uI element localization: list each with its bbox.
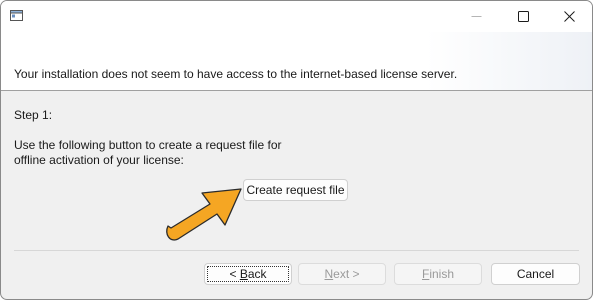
minimize-button[interactable] bbox=[453, 1, 499, 32]
close-button[interactable] bbox=[546, 1, 592, 32]
back-mnemonic: B bbox=[239, 267, 248, 281]
finish-mnemonic: F bbox=[421, 267, 430, 281]
create-request-file-button[interactable]: Create request file bbox=[243, 179, 348, 201]
title-bar[interactable] bbox=[1, 1, 592, 32]
step-label: Step 1: bbox=[14, 108, 53, 122]
back-rest: ack bbox=[247, 267, 267, 281]
wizard-header-panel: Your installation does not seem to have … bbox=[1, 32, 592, 91]
maximize-button[interactable] bbox=[500, 1, 546, 32]
instruction-line-2: offline activation of your license: bbox=[14, 153, 184, 167]
instruction-line-1: Use the following button to create a req… bbox=[14, 138, 282, 152]
instruction-text: Use the following button to create a req… bbox=[14, 138, 314, 168]
next-rest: ext > bbox=[333, 267, 360, 281]
minimize-icon bbox=[471, 16, 481, 17]
finish-rest: inish bbox=[429, 267, 455, 281]
back-prefix: < bbox=[229, 267, 240, 281]
orange-arrow-icon bbox=[166, 188, 242, 241]
header-message: Your installation does not seem to have … bbox=[14, 67, 458, 81]
next-mnemonic: N bbox=[324, 267, 334, 281]
close-icon bbox=[563, 11, 575, 22]
footer-divider bbox=[14, 250, 579, 251]
app-window-icon bbox=[10, 10, 23, 21]
next-button[interactable]: Next > bbox=[298, 263, 386, 285]
maximize-icon bbox=[517, 11, 529, 22]
setup-wizard-window: Your installation does not seem to have … bbox=[0, 0, 593, 300]
finish-button[interactable]: Finish bbox=[394, 263, 482, 285]
cancel-button[interactable]: Cancel bbox=[491, 263, 580, 285]
back-button[interactable]: < Back bbox=[204, 263, 292, 285]
